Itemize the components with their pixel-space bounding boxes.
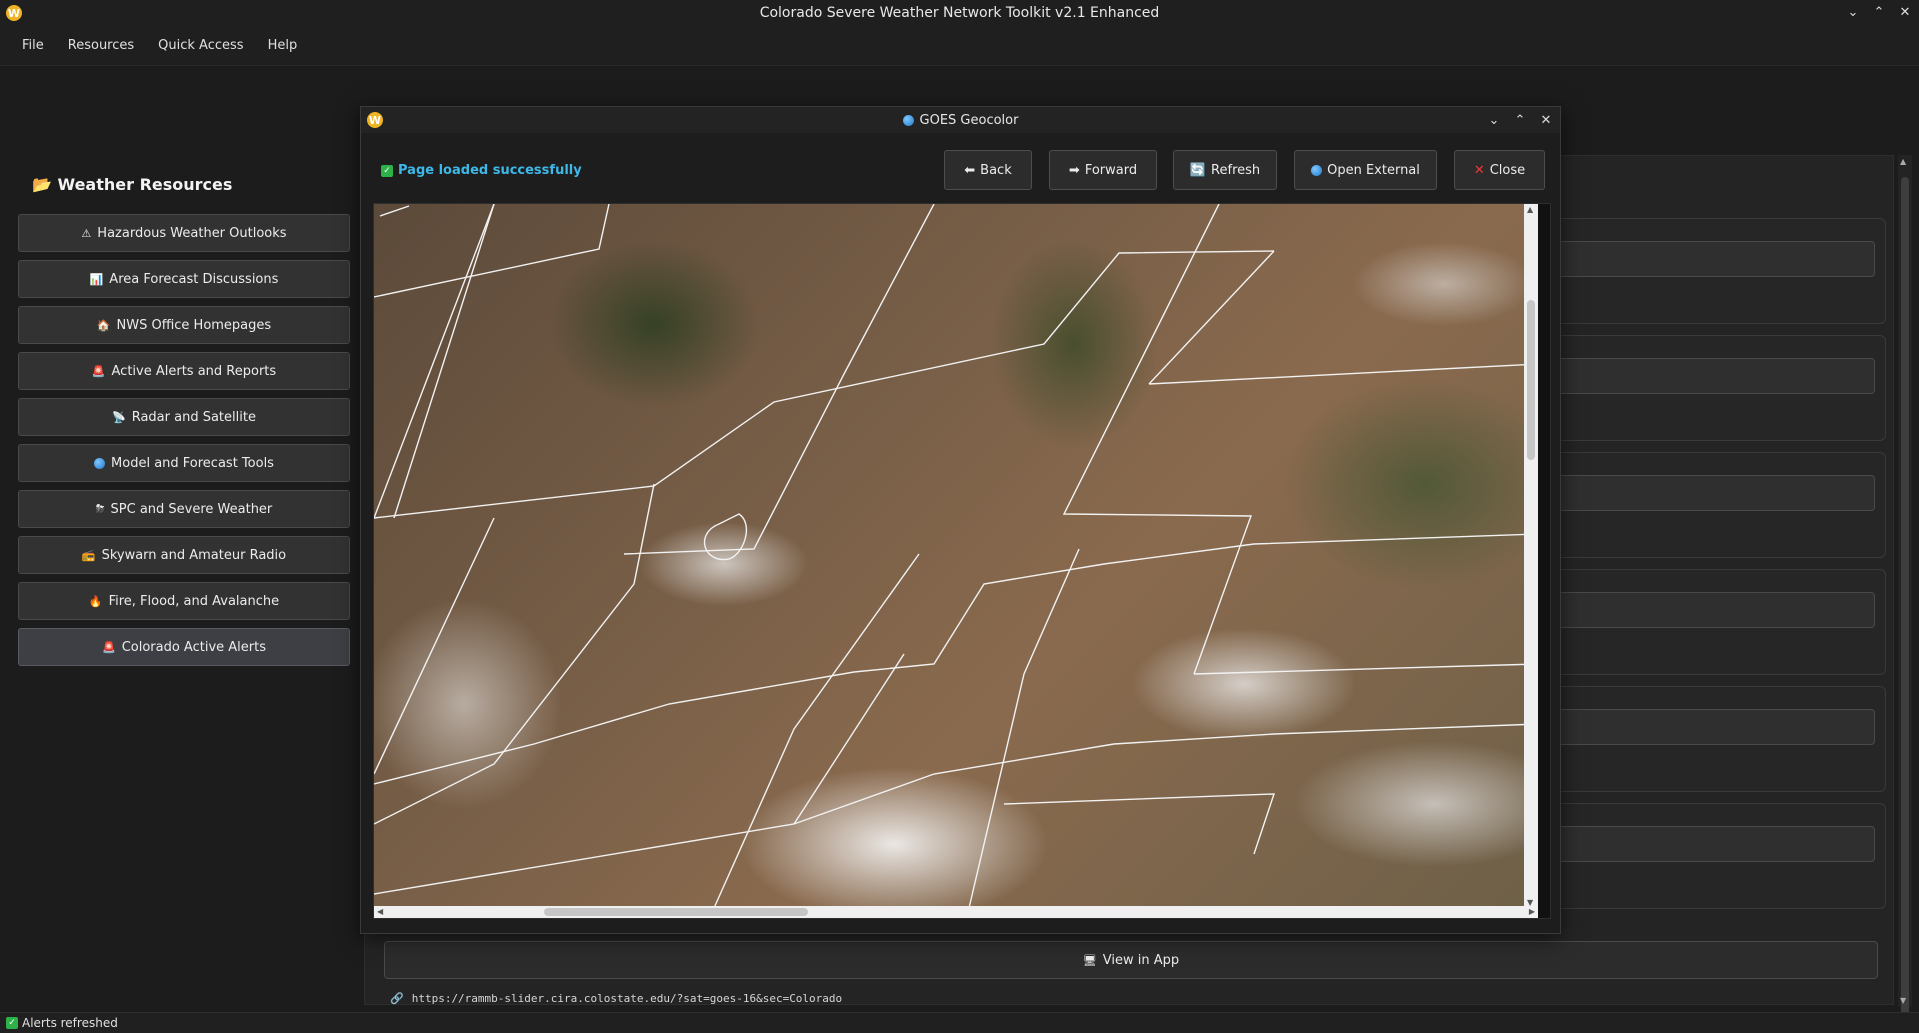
scroll-up-icon[interactable]: ▲ (1527, 205, 1533, 214)
resource-url-link[interactable]: https://rammb-slider.cira.colostate.edu/… (412, 992, 842, 1005)
sidebar-item-skywarn-and-amateur-radio[interactable]: 📻 Skywarn and Amateur Radio (18, 536, 350, 574)
resource-url: 🔗 https://rammb-slider.cira.colostate.ed… (390, 992, 842, 1005)
siren-icon: 🚨 (101, 640, 116, 654)
maximize-icon[interactable]: ⌃ (1512, 112, 1528, 128)
folder-icon: 📂 (32, 175, 52, 194)
fire-icon: 🔥 (88, 594, 103, 608)
window-controls: ⌄ ⌃ ✕ (1845, 4, 1913, 20)
scrollbar-thumb[interactable] (1527, 300, 1535, 460)
dialog-title-bar: W GOES Geocolor ⌄ ⌃ ✕ (361, 107, 1560, 133)
dialog-title: GOES Geocolor (919, 112, 1019, 128)
open-external-button[interactable]: Open External (1294, 150, 1437, 190)
close-button[interactable]: ✕ Close (1454, 150, 1545, 190)
resource-card-button[interactable] (1541, 358, 1875, 394)
scroll-up-icon[interactable]: ▲ (1900, 157, 1906, 166)
menu-help[interactable]: Help (256, 32, 310, 59)
check-icon: ✓ (381, 164, 393, 177)
goes-geocolor-dialog: W GOES Geocolor ⌄ ⌃ ✕ ✓ Page loaded succ… (360, 106, 1561, 934)
resource-card-button[interactable] (1541, 475, 1875, 511)
resource-card-button[interactable] (1541, 241, 1875, 277)
check-icon: ✓ (6, 1017, 18, 1029)
minimize-icon[interactable]: ⌄ (1486, 112, 1502, 128)
globe-icon (902, 114, 914, 126)
webview-horizontal-scrollbar[interactable]: ◀ ▶ (374, 906, 1538, 918)
back-button[interactable]: ⬅ Back (944, 150, 1032, 190)
scroll-down-icon[interactable]: ▼ (1900, 996, 1906, 1005)
resource-card-button[interactable] (1541, 709, 1875, 745)
resource-card (1530, 686, 1886, 792)
close-icon[interactable]: ✕ (1538, 112, 1554, 128)
menu-file[interactable]: File (10, 32, 56, 59)
resource-card (1530, 335, 1886, 441)
app-logo-icon: W (6, 5, 22, 21)
resource-card (1530, 569, 1886, 675)
arrow-right-icon: ➡ (1068, 162, 1080, 178)
forward-button[interactable]: ➡ Forward (1049, 150, 1157, 190)
panel-scrollbar[interactable]: ▲ ▼ (1898, 155, 1912, 1025)
status-bar: ✓ Alerts refreshed (0, 1012, 1919, 1033)
state-boundaries (374, 204, 1538, 908)
web-view[interactable]: ▲ ▼ ◀ ▶ (373, 203, 1551, 919)
scrollbar-thumb[interactable] (544, 908, 808, 916)
sidebar-item-radar-and-satellite[interactable]: 📡 Radar and Satellite (18, 398, 350, 436)
menubar: File Resources Quick Access Help (0, 26, 1919, 66)
sidebar-item-area-forecast-discussions[interactable]: 📊 Area Forecast Discussions (18, 260, 350, 298)
maximize-icon[interactable]: ⌃ (1871, 4, 1887, 20)
siren-icon: 🚨 (91, 364, 106, 378)
menu-resources[interactable]: Resources (56, 32, 146, 59)
radio-icon: 📻 (81, 548, 96, 562)
resource-card (1530, 218, 1886, 324)
dialog-window-controls: ⌄ ⌃ ✕ (1486, 112, 1554, 128)
globe-icon (94, 457, 106, 469)
close-x-icon: ✕ (1473, 162, 1485, 178)
arrow-left-icon: ⬅ (964, 162, 976, 178)
resource-card (1530, 803, 1886, 909)
main-title-bar: W Colorado Severe Weather Network Toolki… (0, 0, 1919, 26)
warning-icon: ⚠ (81, 226, 92, 240)
chart-icon: 📊 (89, 272, 104, 286)
scrollbar-thumb[interactable] (1901, 177, 1909, 1025)
satellite-image[interactable]: ▲ ▼ (374, 204, 1538, 908)
refresh-icon: 🔄 (1189, 162, 1207, 178)
scroll-right-icon[interactable]: ▶ (1529, 907, 1535, 916)
sidebar-title: 📂 Weather Resources (32, 175, 233, 194)
link-icon: 🔗 (390, 992, 404, 1005)
storm-icon: ⛈ (95, 502, 105, 515)
sidebar-item-colorado-active-alerts[interactable]: 🚨 Colorado Active Alerts (18, 628, 350, 666)
refresh-button[interactable]: 🔄 Refresh (1173, 150, 1277, 190)
satellite-icon: 📡 (112, 410, 126, 424)
globe-icon (1311, 164, 1323, 176)
sidebar-item-model-and-forecast-tools[interactable]: Model and Forecast Tools (18, 444, 350, 482)
resource-card-button[interactable] (1541, 592, 1875, 628)
app-logo-icon: W (367, 112, 383, 128)
sidebar-item-active-alerts-and-reports[interactable]: 🚨 Active Alerts and Reports (18, 352, 350, 390)
menu-quick-access[interactable]: Quick Access (146, 32, 255, 59)
minimize-icon[interactable]: ⌄ (1845, 4, 1861, 20)
sidebar-item-fire-flood-and-avalanche[interactable]: 🔥 Fire, Flood, and Avalanche (18, 582, 350, 620)
sidebar-item-hazardous-weather-outlooks[interactable]: ⚠ Hazardous Weather Outlooks (18, 214, 350, 252)
scroll-left-icon[interactable]: ◀ (377, 907, 383, 916)
window-title: Colorado Severe Weather Network Toolkit … (759, 5, 1160, 21)
resource-card-button[interactable] (1541, 826, 1875, 862)
resource-card (1530, 452, 1886, 558)
view-in-app-button[interactable]: 🖥 View in App (384, 941, 1878, 979)
sidebar-item-nws-office-homepages[interactable]: 🏠 NWS Office Homepages (18, 306, 350, 344)
sidebar-item-spc-and-severe-weather[interactable]: ⛈ SPC and Severe Weather (18, 490, 350, 528)
home-icon: 🏠 (96, 318, 111, 332)
monitor-icon: 🖥 (1082, 953, 1097, 967)
load-status: ✓ Page loaded successfully (381, 163, 582, 178)
webview-vertical-scrollbar[interactable]: ▲ ▼ (1524, 204, 1538, 908)
close-icon[interactable]: ✕ (1897, 4, 1913, 20)
